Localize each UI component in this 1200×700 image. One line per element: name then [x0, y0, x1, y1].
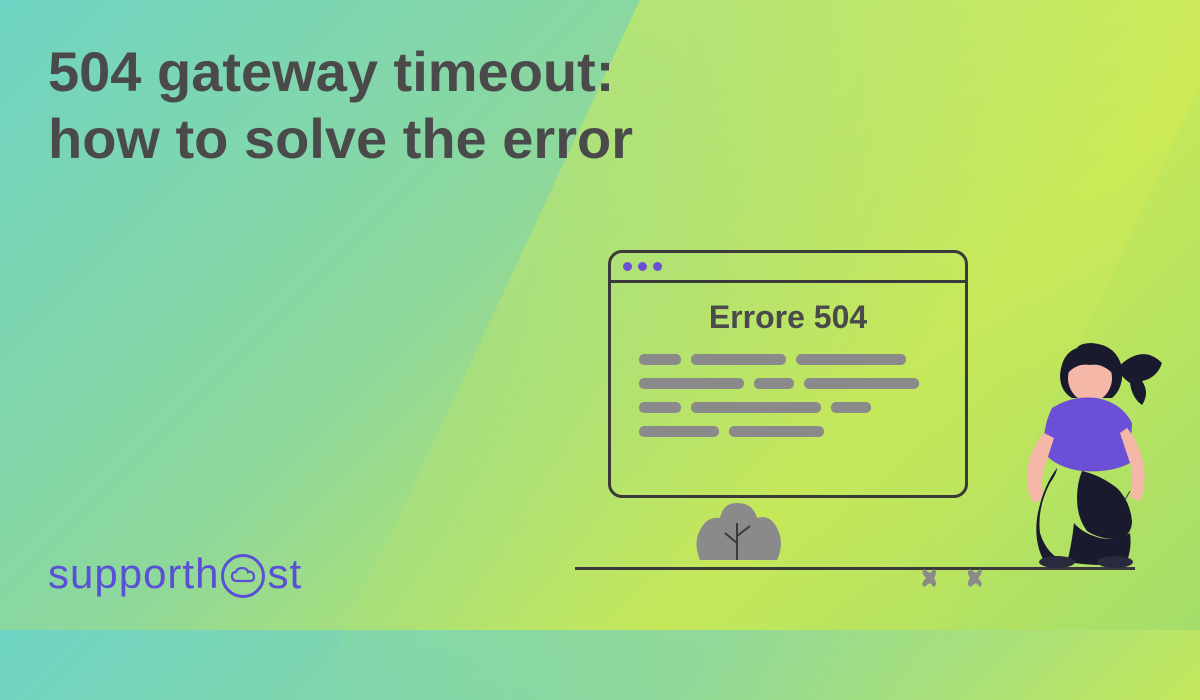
text-placeholder-lines: [639, 354, 937, 437]
wrench-icon: [918, 567, 988, 594]
person-illustration: [982, 333, 1172, 568]
window-dot-icon: [638, 262, 647, 271]
logo-text-part2: st: [267, 550, 302, 598]
browser-window-illustration: Errore 504: [608, 250, 968, 498]
page-title: 504 gateway timeout: how to solve the er…: [48, 38, 633, 172]
title-line-1: 504 gateway timeout:: [48, 40, 614, 103]
window-dot-icon: [623, 262, 632, 271]
window-dot-icon: [653, 262, 662, 271]
brand-logo: supporth st: [48, 550, 302, 598]
browser-titlebar: [611, 253, 965, 283]
title-line-2: how to solve the error: [48, 107, 633, 170]
error-label: Errore 504: [639, 299, 937, 336]
cloud-icon: [221, 554, 265, 598]
bush-icon: [685, 488, 795, 568]
browser-content: Errore 504: [611, 283, 965, 453]
logo-text-part1: supporth: [48, 550, 219, 598]
